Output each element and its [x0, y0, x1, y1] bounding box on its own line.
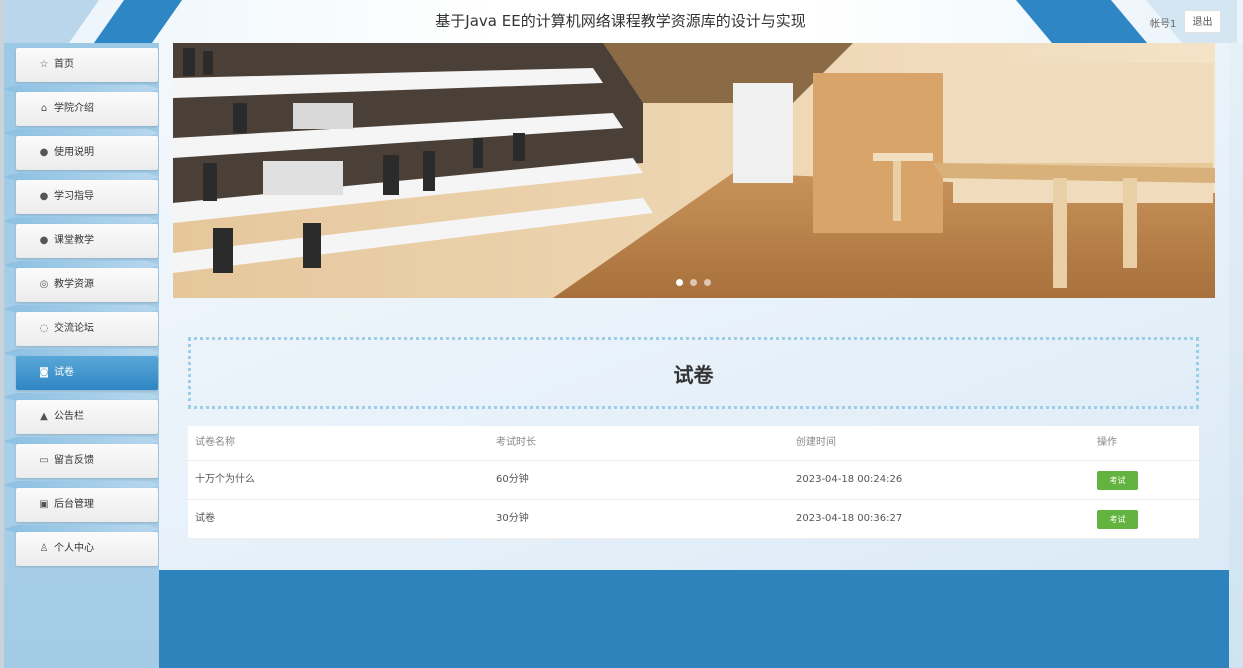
bullhorn-icon: ▲ [40, 411, 48, 422]
exam-table: 试卷名称 考试时长 创建时间 操作 十万个为什么 60分钟 2023-04-18… [188, 426, 1199, 539]
table-row: 试卷 30分钟 2023-04-18 00:36:27 考试 [188, 500, 1199, 539]
camera-icon: ◙ [39, 367, 49, 378]
sidebar-item-label: 公告栏 [54, 411, 84, 422]
table-header-row: 试卷名称 考试时长 创建时间 操作 [188, 426, 1199, 461]
section-title-box: 试卷 [188, 337, 1199, 409]
sidebar-item-5[interactable]: ● 课堂教学 [16, 224, 158, 258]
logout-button[interactable]: 退出 [1184, 10, 1221, 33]
exam-duration: 60分钟 [496, 474, 529, 485]
carousel-dot-3[interactable] [704, 279, 711, 286]
main-content: 试卷 试卷名称 考试时长 创建时间 操作 十万个为什么 60分钟 2023-04… [159, 43, 1229, 570]
account-name[interactable]: 帐号1 [1150, 15, 1176, 30]
sidebar-item-label: 个人中心 [54, 543, 94, 554]
sidebar-item-7[interactable]: ◌ 交流论坛 [16, 312, 158, 346]
sidebar-item-8[interactable]: ◙ 试卷 [16, 356, 158, 390]
sidebar-item-12[interactable]: ♙ 个人中心 [16, 532, 158, 566]
resource-icon: ◎ [39, 279, 49, 290]
start-exam-button[interactable]: 考试 [1097, 471, 1138, 490]
site-title: 基于Java EE的计算机网络课程教学资源库的设计与实现 [435, 12, 806, 30]
table-header-action: 操作 [1097, 437, 1117, 448]
start-exam-button[interactable]: 考试 [1097, 510, 1138, 529]
home-icon: ⌂ [40, 103, 48, 114]
info-icon: ● [39, 235, 49, 246]
sidebar-item-label: 试卷 [54, 367, 74, 378]
exam-name: 十万个为什么 [195, 474, 255, 485]
sidebar-item-label: 学习指导 [54, 191, 94, 202]
star-icon: ☆ [39, 59, 49, 70]
sidebar-item-11[interactable]: ▣ 后台管理 [16, 488, 158, 522]
exam-duration: 30分钟 [496, 513, 529, 524]
sidebar-item-label: 留言反馈 [54, 455, 94, 466]
table-row: 十万个为什么 60分钟 2023-04-18 00:24:26 考试 [188, 461, 1199, 500]
sidebar-item-label: 交流论坛 [54, 323, 94, 334]
sidebar-item-9[interactable]: ▲ 公告栏 [16, 400, 158, 434]
exam-created-time: 2023-04-18 00:24:26 [796, 474, 903, 485]
sidebar-item-label: 首页 [54, 59, 74, 70]
banner-carousel[interactable] [173, 43, 1215, 298]
page-footer [159, 570, 1229, 668]
sidebar-nav: ☆ 首页 ⌂ 学院介绍 ● 使用说明 ● 学习指导 ● 课堂教学 ◎ 教学资源 ◌ 交流论坛 ◙ 试卷 ▲ 公告栏… [4, 43, 159, 668]
sidebar-item-4[interactable]: ● 学习指导 [16, 180, 158, 214]
banner-image-library [173, 43, 1215, 298]
sidebar-item-2[interactable]: ⌂ 学院介绍 [16, 92, 158, 126]
carousel-dot-2[interactable] [690, 279, 697, 286]
sidebar-item-label: 课堂教学 [54, 235, 94, 246]
sidebar-item-10[interactable]: ▭ 留言反馈 [16, 444, 158, 478]
carousel-dot-1[interactable] [676, 279, 683, 286]
admin-icon: ▣ [39, 499, 49, 510]
sidebar-item-label: 学院介绍 [54, 103, 94, 114]
user-icon: ♙ [39, 543, 49, 554]
message-icon: ▭ [39, 455, 49, 466]
table-header-duration: 考试时长 [496, 437, 536, 448]
table-header-name: 试卷名称 [195, 437, 235, 448]
section-title: 试卷 [673, 362, 714, 387]
window-scrollbar-area [1229, 43, 1243, 668]
sidebar-item-label: 使用说明 [54, 147, 94, 158]
sidebar-item-6[interactable]: ◎ 教学资源 [16, 268, 158, 302]
exam-created-time: 2023-04-18 00:36:27 [796, 513, 903, 524]
forum-icon: ◌ [39, 323, 49, 334]
sidebar-item-3[interactable]: ● 使用说明 [16, 136, 158, 170]
sidebar-item-label: 后台管理 [54, 499, 94, 510]
info-icon: ● [39, 147, 49, 158]
top-header: 基于Java EE的计算机网络课程教学资源库的设计与实现 帐号1 退出 [4, 0, 1237, 43]
exam-name: 试卷 [195, 513, 215, 524]
sidebar-item-label: 教学资源 [54, 279, 94, 290]
table-header-created: 创建时间 [796, 437, 836, 448]
help-icon: ● [39, 191, 49, 202]
sidebar-item-1[interactable]: ☆ 首页 [16, 48, 158, 82]
